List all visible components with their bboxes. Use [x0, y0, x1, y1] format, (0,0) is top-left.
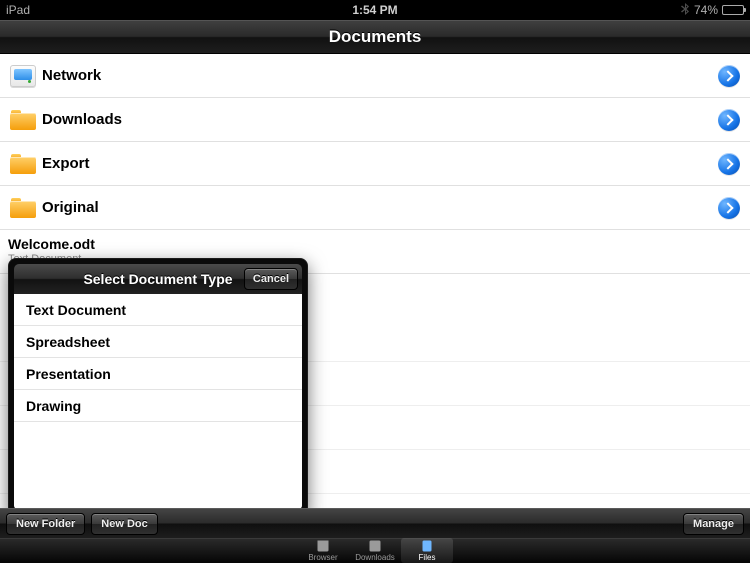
new-document-popover: Select Document Type Cancel Text Documen…: [8, 258, 308, 516]
new-folder-button[interactable]: New Folder: [6, 513, 85, 535]
list-item-label: Export: [38, 155, 718, 172]
list-item-label: Network: [38, 67, 718, 84]
tab-downloads[interactable]: Downloads: [349, 538, 401, 563]
doc-type-option[interactable]: Spreadsheet: [14, 326, 302, 358]
document-name: Welcome.odt: [8, 236, 740, 252]
list-item-label: Downloads: [38, 111, 718, 128]
page-title: Documents: [329, 27, 422, 47]
tab-files[interactable]: Files: [401, 538, 453, 563]
tab-bar: Browser Downloads Files: [0, 538, 750, 563]
folder-icon: [10, 198, 36, 218]
tab-label: Browser: [308, 553, 337, 562]
ios-status-bar: iPad 1:54 PM 74%: [0, 0, 750, 20]
new-doc-button[interactable]: New Doc: [91, 513, 157, 535]
doc-type-option[interactable]: Text Document: [14, 294, 302, 326]
device-label: iPad: [6, 3, 30, 17]
list-item-folder[interactable]: Original: [0, 186, 750, 230]
list-item-folder[interactable]: Downloads: [0, 98, 750, 142]
list-item-network[interactable]: Network: [0, 54, 750, 98]
battery-percent: 74%: [694, 3, 718, 17]
battery-icon: [722, 5, 744, 15]
folder-icon: [10, 110, 36, 130]
popover-header: Select Document Type Cancel: [14, 264, 302, 294]
files-icon: [421, 540, 433, 552]
list-item-folder[interactable]: Export: [0, 142, 750, 186]
network-drive-icon: [10, 65, 36, 87]
cancel-button[interactable]: Cancel: [244, 268, 298, 290]
tab-label: Files: [419, 553, 436, 562]
manage-button[interactable]: Manage: [683, 513, 744, 535]
clock: 1:54 PM: [0, 3, 750, 17]
list-item-label: Original: [38, 199, 718, 216]
disclosure-icon[interactable]: [718, 109, 740, 131]
tab-browser[interactable]: Browser: [297, 538, 349, 563]
doc-type-option[interactable]: Drawing: [14, 390, 302, 422]
popover-empty-area: [14, 422, 302, 510]
download-icon: [369, 540, 381, 552]
disclosure-icon[interactable]: [718, 197, 740, 219]
nav-bar: Documents: [0, 20, 750, 54]
tab-label: Downloads: [355, 553, 395, 562]
disclosure-icon[interactable]: [718, 65, 740, 87]
disclosure-icon[interactable]: [718, 153, 740, 175]
popover-title: Select Document Type: [83, 271, 232, 287]
bottom-toolbar: New Folder New Doc Manage: [0, 508, 750, 538]
bluetooth-icon: [681, 3, 690, 18]
globe-icon: [317, 540, 329, 552]
folder-icon: [10, 154, 36, 174]
doc-type-option[interactable]: Presentation: [14, 358, 302, 390]
